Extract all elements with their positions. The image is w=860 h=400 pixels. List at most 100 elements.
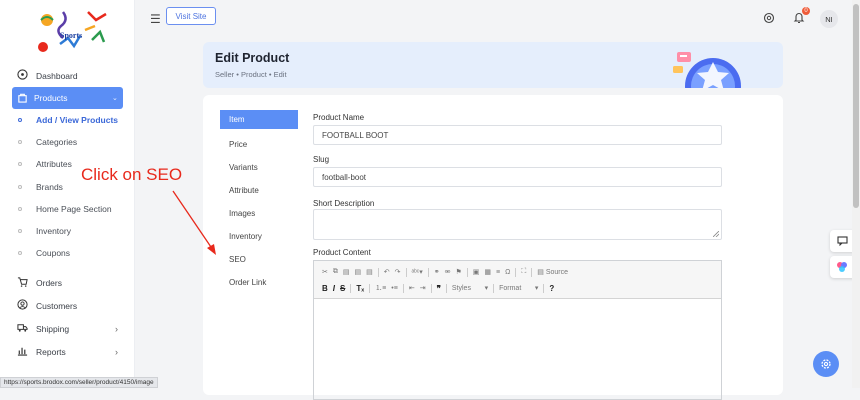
format-label: Format xyxy=(499,285,522,292)
chevron-down-icon: ⌄ xyxy=(112,95,118,102)
copy-icon[interactable]: ⧉ xyxy=(333,268,338,276)
logo[interactable]: Sports xyxy=(30,6,120,66)
bullet-icon xyxy=(18,118,22,123)
menu-toggle-icon[interactable]: ☰ xyxy=(150,12,161,26)
toolbar-divider xyxy=(402,283,404,293)
source-label: Source xyxy=(545,269,569,276)
tab-seo[interactable]: SEO xyxy=(220,248,298,271)
products-icon xyxy=(18,93,27,103)
dashboard-icon xyxy=(17,69,28,80)
sidebar-item-label: Orders xyxy=(36,277,62,288)
tab-attribute[interactable]: Attribute xyxy=(220,179,298,202)
toolbar-divider xyxy=(430,283,432,293)
chat-tool-button[interactable] xyxy=(830,230,854,252)
sidebar-item-orders[interactable]: Orders xyxy=(0,271,135,294)
cart-icon xyxy=(17,277,28,288)
tab-variants[interactable]: Variants xyxy=(220,156,298,179)
toolbar-divider xyxy=(350,283,352,293)
sidebar-item-shipping[interactable]: Shipping › xyxy=(0,317,135,340)
styles-dropdown[interactable]: Styles ▾ xyxy=(452,284,488,292)
bullet-list-icon[interactable]: •≡ xyxy=(391,285,398,292)
settings-icon[interactable] xyxy=(763,12,775,24)
toolbar-divider xyxy=(543,283,545,293)
product-name-input[interactable]: FOOTBALL BOOT xyxy=(313,125,722,145)
unlink-icon[interactable]: ⚮ xyxy=(445,268,451,276)
sidebar-subitem-categories[interactable]: Categories xyxy=(0,131,135,153)
resize-handle-icon[interactable] xyxy=(713,231,719,237)
blockquote-icon[interactable]: ❞ xyxy=(437,284,441,293)
table-icon[interactable]: ▦ xyxy=(484,268,491,276)
sidebar-item-products[interactable]: Products ⌄ xyxy=(12,87,123,109)
rich-text-editor[interactable]: ✂ ⧉ ▤ ▤ ▤ ↶ ↷ ᵃᵇᶜ▾ ⚭ ⚮ ⚑ ▣ ▦ ≡ Ω ⛶ ▤ Sou… xyxy=(313,260,722,400)
format-dropdown[interactable]: Format ▾ xyxy=(499,284,538,292)
product-tabs: Item Price Variants Attribute Images Inv… xyxy=(220,110,298,294)
bold-icon[interactable]: B xyxy=(322,284,328,293)
special-char-icon[interactable]: Ω xyxy=(505,269,510,276)
tab-inventory[interactable]: Inventory xyxy=(220,225,298,248)
sidebar-item-customers[interactable]: Customers xyxy=(0,294,135,317)
maximize-icon[interactable]: ⛶ xyxy=(521,268,526,276)
tab-order-link[interactable]: Order Link xyxy=(220,271,298,294)
styles-label: Styles xyxy=(451,285,471,292)
annotation-text: Click on SEO xyxy=(81,165,183,184)
toolbar-divider xyxy=(493,283,495,293)
link-icon[interactable]: ⚭ xyxy=(434,268,440,276)
color-palette-icon xyxy=(837,262,847,272)
avatar[interactable]: NI xyxy=(820,10,838,28)
sidebar-subitem-coupons[interactable]: Coupons xyxy=(0,242,135,264)
product-name-label: Product Name xyxy=(313,113,365,122)
undo-icon[interactable]: ↶ xyxy=(384,268,390,276)
image-icon[interactable]: ▣ xyxy=(473,268,480,276)
sidebar-item-dashboard[interactable]: Dashboard xyxy=(0,64,135,87)
slug-label: Slug xyxy=(313,155,330,164)
bullet-icon xyxy=(18,251,22,256)
strike-icon[interactable]: S xyxy=(340,284,345,293)
bullet-icon xyxy=(18,229,22,234)
notification-badge: 0 xyxy=(802,7,810,15)
tab-price[interactable]: Price xyxy=(220,133,298,156)
sidebar-subitem-inventory[interactable]: Inventory xyxy=(0,220,135,242)
sidebar-subitem-label: Attributes xyxy=(36,159,72,170)
visit-site-button[interactable]: Visit Site xyxy=(166,7,216,25)
source-button[interactable]: ▤ Source xyxy=(537,268,568,276)
horizontal-line-icon[interactable]: ≡ xyxy=(496,269,500,276)
spellcheck-icon[interactable]: ᵃᵇᶜ▾ xyxy=(412,268,423,276)
slug-input[interactable]: football-boot xyxy=(313,167,722,187)
tab-item[interactable]: Item xyxy=(220,110,298,129)
page-title: Edit Product xyxy=(215,51,290,65)
indent-icon[interactable]: ⇥ xyxy=(420,284,426,292)
sidebar-nav: Dashboard Products ⌄ Add / View Products… xyxy=(0,64,135,363)
star-illustration-icon xyxy=(673,52,741,88)
sidebar-item-label: Shipping xyxy=(36,323,70,334)
scrollbar-thumb[interactable] xyxy=(853,4,859,208)
sidebar-subitem-home-page-section[interactable]: Home Page Section xyxy=(0,198,135,220)
settings-fab-button[interactable] xyxy=(813,351,839,377)
redo-icon[interactable]: ↷ xyxy=(395,268,401,276)
help-icon[interactable]: ? xyxy=(549,284,554,293)
paste-icon[interactable]: ▤ xyxy=(343,268,350,276)
short-description-textarea[interactable] xyxy=(313,209,722,240)
anchor-flag-icon[interactable]: ⚑ xyxy=(456,268,462,276)
chevron-right-icon: › xyxy=(115,346,118,357)
remove-format-icon[interactable]: Tₓ xyxy=(356,284,364,293)
italic-icon[interactable]: I xyxy=(333,284,335,293)
status-bar-url: https://sports.brodox.com/seller/product… xyxy=(0,377,158,388)
paste-word-icon[interactable]: ▤ xyxy=(366,268,373,276)
sidebar-subitem-label: Home Page Section xyxy=(36,203,112,214)
toolbar-divider xyxy=(405,267,407,277)
tab-images[interactable]: Images xyxy=(220,202,298,225)
sidebar-subitem-label: Categories xyxy=(36,137,78,148)
sidebar-subitem-add-view-products[interactable]: Add / View Products xyxy=(0,109,135,131)
cut-icon[interactable]: ✂ xyxy=(322,268,328,276)
theme-tool-button[interactable] xyxy=(830,256,854,278)
sidebar: Sports Dashboard Products ⌄ Add / View P… xyxy=(0,0,135,388)
toolbar-divider xyxy=(377,267,379,277)
outdent-icon[interactable]: ⇤ xyxy=(409,284,415,292)
sidebar-subitem-label: Inventory xyxy=(36,226,71,237)
editor-toolbar-row: B I S Tₓ ⒈≡ •≡ ⇤ ⇥ ❞ Styles ▾ Format ▾ ? xyxy=(322,281,713,295)
numbered-list-icon[interactable]: ⒈≡ xyxy=(375,283,386,293)
sidebar-item-reports[interactable]: Reports › xyxy=(0,340,135,363)
sidebar-subitem-label: Add / View Products xyxy=(36,115,119,126)
logo-text: Sports xyxy=(60,31,82,40)
paste-text-icon[interactable]: ▤ xyxy=(355,268,362,276)
